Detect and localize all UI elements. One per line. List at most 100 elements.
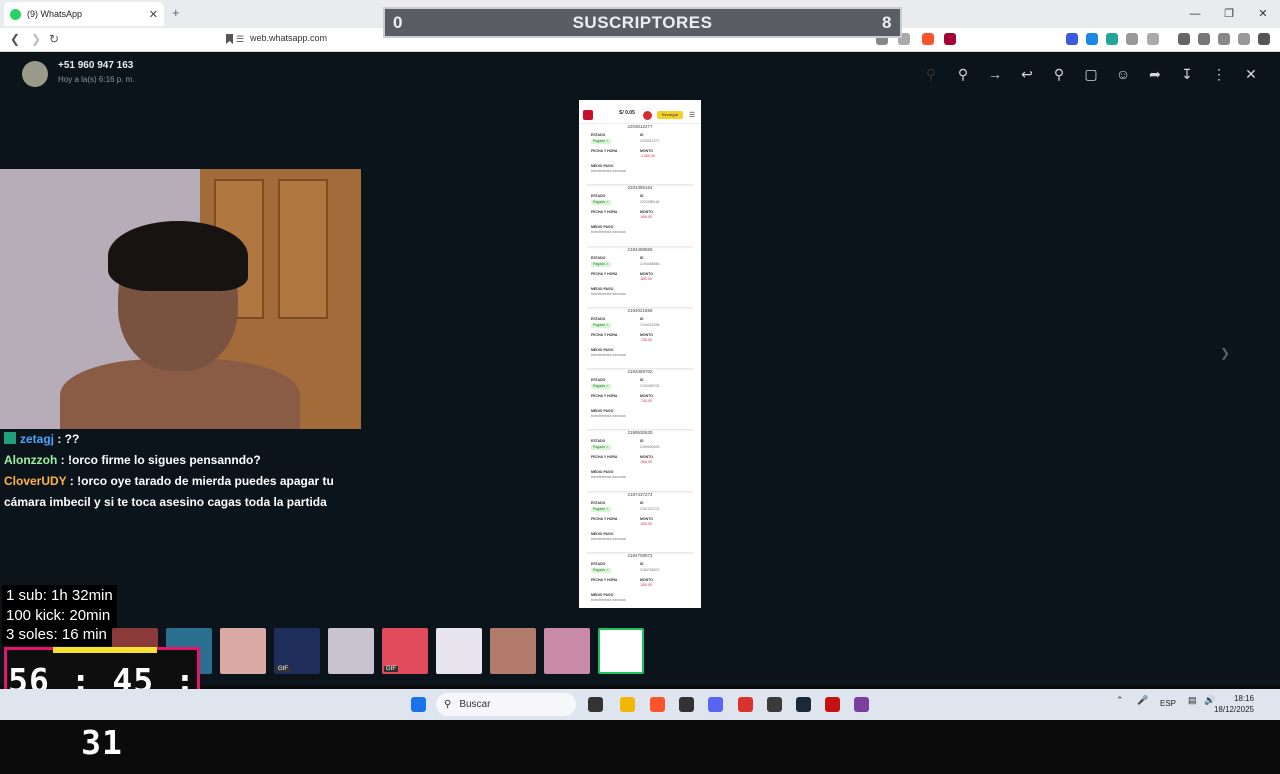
webcam-feed [0,169,361,429]
forward-arrow-icon[interactable]: → [987,66,1003,82]
new-tab-button[interactable]: + [172,5,180,20]
chat-username[interactable]: CloverUDY [4,474,66,488]
thumbnail-selected[interactable] [598,628,644,674]
transaction-amount: -900.00 [640,460,652,465]
clock-time: 18:16 [1233,694,1254,703]
id-label: ID [640,562,644,567]
chat-username[interactable]: zetagj [20,432,54,446]
extensions-puzzle-icon[interactable] [1126,33,1138,45]
wallet-icon[interactable] [1198,33,1210,45]
status-badge: Pagado ✓ [591,139,611,144]
url-field[interactable]: web.whatsapp.com [250,33,327,43]
app-logo-icon [583,110,593,120]
avatar[interactable] [22,61,48,87]
leo-ai-icon[interactable] [1218,33,1230,45]
reload-icon[interactable]: ↻ [49,32,59,46]
thumbnail[interactable]: GIF [274,628,320,674]
back-arrow-icon[interactable]: ❮ [10,32,20,46]
date-label: FECHA Y HORA [591,332,618,337]
thumbnail[interactable] [220,628,266,674]
status-badge: Pagado ✓ [591,261,611,267]
more-options-icon[interactable]: ⋮ [1211,66,1227,83]
tab-whatsapp[interactable]: (9) WhatsApp ✕ [4,2,164,26]
transaction-id: 2203012277 [640,139,660,143]
id-label: ID [640,194,644,199]
thumbnail[interactable]: GIF [382,628,428,674]
download-icon[interactable]: ↧ [1179,66,1195,83]
bookmark-icon[interactable]: ▢ [1083,66,1099,83]
among-us-icon[interactable] [825,697,840,712]
transaction-card: 2203012277 ESTADO Pagado ✓ ID 2203012277… [587,124,693,186]
tab-close-icon[interactable]: ✕ [149,8,158,21]
steam-icon[interactable] [796,697,811,712]
thumbnail[interactable] [436,628,482,674]
thumbnail[interactable] [490,628,536,674]
payment-method-label: MEDIO PAGO [591,164,614,168]
app-icon[interactable] [738,697,753,712]
thumbnail[interactable] [544,628,590,674]
file-explorer-icon[interactable] [620,697,635,712]
payment-method-label: MEDIO PAGO [591,470,614,475]
subscriber-label: SUSCRIPTORES [572,12,713,32]
amount-label: MONTO [640,516,653,521]
zoom-in-icon[interactable]: ⚲ [955,66,971,83]
status-label: ESTADO [591,194,606,199]
profile-icon [643,111,652,120]
zoom-out-icon[interactable]: ⚲ [923,66,939,83]
bookmark-icon[interactable] [226,34,233,44]
close-window-button[interactable]: ✕ [1246,0,1280,28]
pin-icon[interactable]: ⚲ [1051,66,1067,83]
forward-arrow-icon[interactable]: ❯ [31,32,41,46]
network-icon[interactable]: ▤ [1188,695,1197,706]
amount-label: MONTO [640,271,653,276]
start-icon[interactable] [411,697,426,712]
status-label: ESTADO [591,500,606,505]
brave-rewards-icon[interactable] [944,33,956,45]
status-label: ESTADO [591,133,606,137]
close-viewer-icon[interactable]: ✕ [1243,66,1259,83]
transaction-id-title: 2187437274 [627,491,653,497]
date-label: FECHA Y HORA [591,578,618,583]
payment-method-label: MEDIO PAGO [591,286,614,291]
emoji-icon[interactable]: ☺ [1115,66,1131,82]
obs-icon[interactable] [679,697,694,712]
app-icon[interactable] [767,697,782,712]
transaction-id: 2194488566 [640,261,660,266]
taskbar-search[interactable]: ⚲ Buscar [436,693,576,716]
microphone-icon[interactable]: 🎤 [1137,695,1148,706]
sidebar-icon[interactable] [1178,33,1190,45]
brave-icon[interactable] [650,697,665,712]
app-icon[interactable] [854,697,869,712]
extension-blue-icon[interactable] [1086,33,1098,45]
site-info-icon[interactable]: ☰ [236,34,244,45]
status-badge: Pagado ✓ [591,322,611,328]
extension-box-icon[interactable] [1147,33,1159,45]
payment-method: transferencia bancaria [591,536,626,541]
brave-shields-icon[interactable] [922,33,934,45]
subscriber-counter-overlay: 0 SUSCRIPTORES 8 [383,7,902,38]
extension-audio-icon[interactable] [1066,33,1078,45]
thumbnail[interactable] [328,628,374,674]
date-label: FECHA Y HORA [591,455,618,460]
task-view-icon[interactable] [588,697,603,712]
system-clock[interactable]: 18:16 18/12/2025 [1214,693,1254,715]
status-bar [579,100,701,107]
reply-icon[interactable]: ↩ [1019,66,1035,83]
vpn-icon[interactable] [1238,33,1250,45]
menu-icon[interactable] [1258,33,1270,45]
discord-icon[interactable] [708,697,723,712]
status-label: ESTADO [591,562,606,567]
restore-button[interactable]: ❐ [1212,0,1246,28]
chat-username[interactable]: Alonzzoh [4,453,57,467]
amount-label: MONTO [640,149,653,153]
tab-title: (9) WhatsApp [27,9,83,19]
translate-icon[interactable] [1106,33,1118,45]
language-indicator[interactable]: ESP [1160,699,1176,708]
subscriber-count-left: 0 [393,12,403,32]
tray-chevron-icon[interactable]: ⌃ [1116,695,1124,706]
share-forward-icon[interactable]: ➦ [1147,66,1163,83]
next-media-icon[interactable]: ❯ [1220,346,1230,360]
id-label: ID [640,500,644,505]
minimize-button[interactable]: — [1178,0,1212,28]
stream-goals: 1 sub: 1h 32min 100 kick: 20min 3 soles:… [2,585,117,646]
